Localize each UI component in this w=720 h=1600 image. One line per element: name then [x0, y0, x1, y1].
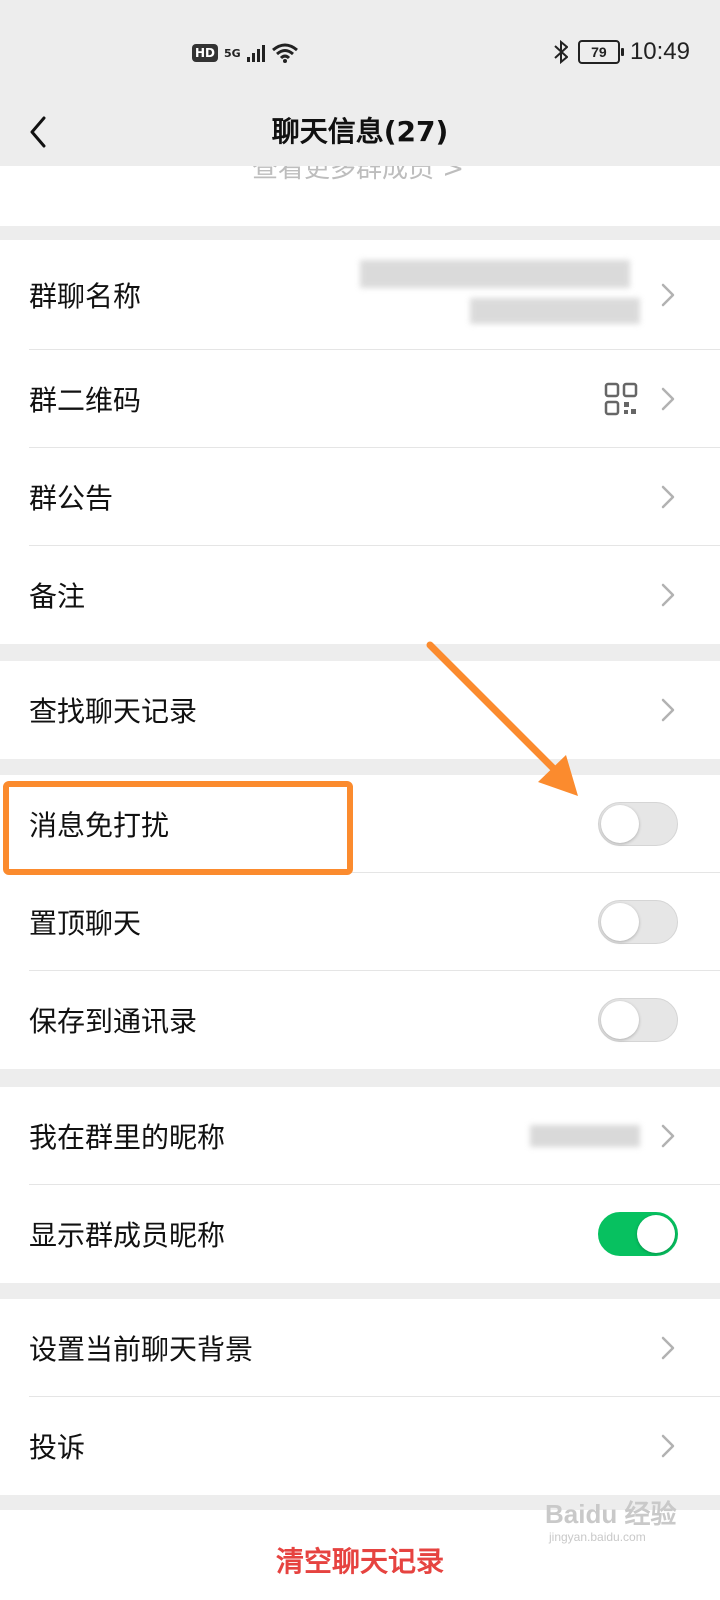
row-label: 查找聊天记录: [29, 695, 198, 728]
toggle-knob: [601, 903, 639, 941]
row-label: 设置当前聊天背景: [29, 1333, 254, 1366]
row-search-history[interactable]: 查找聊天记录: [0, 661, 720, 759]
nav-bar: 聊天信息(27): [0, 100, 720, 166]
group-info-section: 群聊名称 群二维码 群公告 备注: [0, 240, 720, 644]
qr-code-icon: [604, 382, 638, 416]
chevron-right-icon: [661, 283, 675, 307]
group-name-value-blurred: [360, 246, 650, 338]
wifi-icon: [271, 43, 298, 63]
watermark: Baidu 经验 jingyan.baidu.com: [545, 1494, 677, 1544]
search-section: 查找聊天记录: [0, 661, 720, 759]
row-pin-chat: 置顶聊天: [0, 873, 720, 971]
row-label: 投诉: [29, 1431, 86, 1464]
row-label: 我在群里的昵称: [29, 1121, 226, 1154]
clock: 10:49: [629, 38, 690, 65]
bluetooth-icon: [554, 40, 568, 64]
row-report[interactable]: 投诉: [0, 1397, 720, 1495]
pin-chat-toggle[interactable]: [598, 900, 678, 944]
status-bar: HD 5G 79 10:49: [0, 0, 720, 100]
chevron-right-icon: [661, 1434, 675, 1458]
row-mute-notifications: 消息免打扰: [0, 775, 720, 873]
chevron-right-icon: [661, 387, 675, 411]
row-group-name[interactable]: 群聊名称: [0, 240, 720, 350]
row-label: 备注: [29, 580, 86, 613]
chevron-right-icon: [661, 485, 675, 509]
hd-badge: HD: [192, 44, 219, 62]
chevron-right-icon: [661, 583, 675, 607]
row-label: 消息免打扰: [29, 809, 170, 842]
chevron-right-icon: [661, 1336, 675, 1360]
row-label: 置顶聊天: [29, 907, 142, 940]
toggles-section: 消息免打扰 置顶聊天 保存到通讯录: [0, 775, 720, 1069]
network-type: 5G: [224, 46, 241, 60]
toggle-knob: [601, 805, 639, 843]
save-to-contacts-toggle[interactable]: [598, 998, 678, 1042]
row-remark[interactable]: 备注: [0, 546, 720, 644]
status-right: 79 10:49: [554, 36, 690, 68]
show-member-nicknames-toggle[interactable]: [598, 1212, 678, 1256]
row-label: 群二维码: [29, 384, 142, 417]
row-my-nickname[interactable]: 我在群里的昵称: [0, 1087, 720, 1185]
clear-history-label: 清空聊天记录: [275, 1545, 444, 1578]
row-label: 显示群成员昵称: [29, 1219, 226, 1252]
watermark-url: jingyan.baidu.com: [549, 1530, 646, 1544]
row-label: 群聊名称: [29, 280, 142, 313]
signal-group: HD 5G: [192, 38, 299, 68]
watermark-logo: Baidu 经验: [545, 1499, 677, 1529]
view-more-members-link[interactable]: 查看更多群成员 >: [0, 166, 720, 226]
nickname-section: 我在群里的昵称 显示群成员昵称: [0, 1087, 720, 1283]
row-show-member-nicknames: 显示群成员昵称: [0, 1185, 720, 1283]
row-chat-background[interactable]: 设置当前聊天背景: [0, 1299, 720, 1397]
row-label: 群公告: [29, 482, 114, 515]
chevron-right-icon: [661, 1124, 675, 1148]
toggle-knob: [601, 1001, 639, 1039]
row-save-to-contacts: 保存到通讯录: [0, 971, 720, 1069]
mute-notifications-toggle[interactable]: [598, 802, 678, 846]
chevron-right-icon: [661, 698, 675, 722]
row-label: 保存到通讯录: [29, 1005, 198, 1038]
battery-icon: 79: [577, 40, 624, 64]
row-group-announcement[interactable]: 群公告: [0, 448, 720, 546]
toggle-knob: [637, 1215, 675, 1253]
view-more-members-label: 查看更多群成员 >: [252, 166, 465, 184]
misc-section: 设置当前聊天背景 投诉: [0, 1299, 720, 1495]
row-group-qrcode[interactable]: 群二维码: [0, 350, 720, 448]
page-title: 聊天信息(27): [271, 115, 449, 148]
nickname-value-blurred: [530, 1121, 640, 1151]
signal-icon: [246, 44, 265, 62]
